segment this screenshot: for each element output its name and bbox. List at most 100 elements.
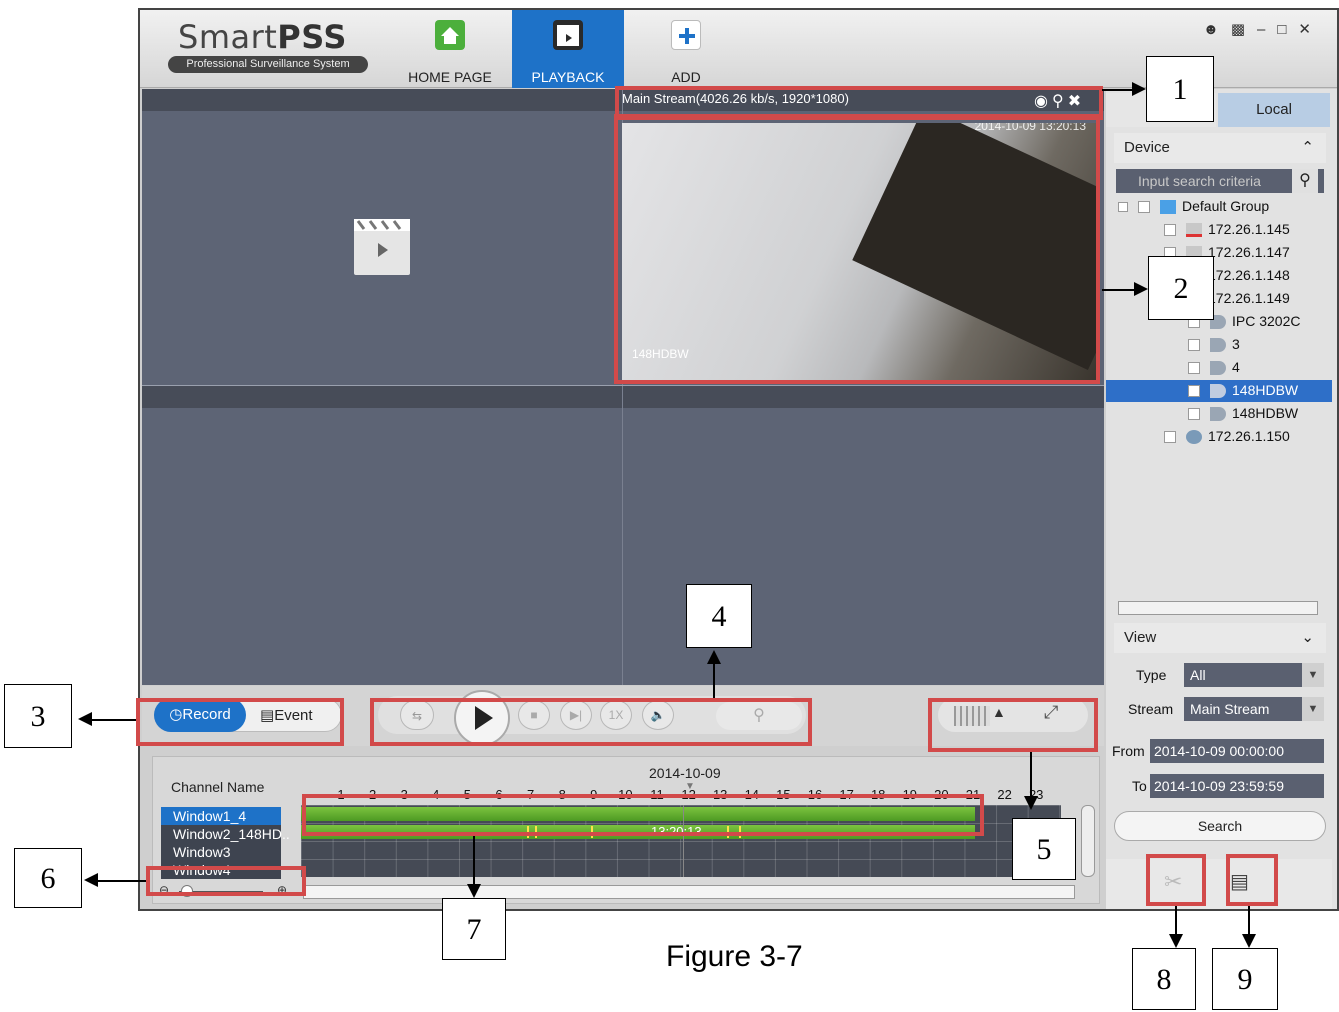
device-section-label: Device: [1124, 139, 1170, 156]
chevron-down-icon: ⌄: [1301, 629, 1314, 646]
to-date-field[interactable]: 2014-10-09 23:59:59: [1150, 774, 1324, 798]
timeline-date: 2014-10-09: [649, 765, 721, 781]
arrow-head: [1132, 82, 1146, 96]
nav-home-page[interactable]: HOME PAGE: [394, 10, 506, 88]
plus-icon: [671, 20, 701, 50]
stream-select[interactable]: Main Stream ▼: [1184, 697, 1324, 721]
arrow-head: [707, 650, 721, 664]
horizontal-scrollbar[interactable]: [303, 885, 1075, 899]
chevron-up-icon: ⌃: [1301, 139, 1314, 156]
type-label: Type: [1136, 667, 1167, 683]
figure-caption: Figure 3-7: [666, 940, 803, 973]
clapperboard-icon[interactable]: [354, 219, 410, 275]
callout-9: 9: [1212, 948, 1278, 1010]
from-label: From: [1112, 743, 1145, 759]
clapperboard-icon: [553, 20, 583, 50]
from-value: 2014-10-09 00:00:00: [1154, 743, 1284, 759]
stream-value: Main Stream: [1190, 701, 1270, 717]
camera-icon: [1210, 338, 1226, 353]
checkbox[interactable]: [1188, 362, 1200, 375]
channel-row[interactable]: Window1_4: [161, 807, 281, 825]
checkbox[interactable]: [1188, 339, 1200, 352]
minimize-icon[interactable]: –: [1257, 21, 1277, 38]
channel-header: Channel Name: [171, 779, 265, 795]
nav-home-label: HOME PAGE: [408, 69, 492, 85]
nvr-icon: [1186, 223, 1202, 238]
side-panel: D Local Device⌃ Input search criteria ⚲ …: [1106, 89, 1337, 909]
camera-icon: [1210, 407, 1226, 422]
tree-channel[interactable]: 4: [1188, 356, 1240, 378]
maximize-icon[interactable]: □: [1277, 21, 1298, 38]
tree-channel[interactable]: 148HDBW: [1188, 402, 1298, 424]
folder-icon: [1160, 200, 1176, 215]
callout-3: 3: [4, 684, 72, 748]
arrow-line: [1102, 289, 1134, 291]
callout-1: 1: [1146, 56, 1214, 122]
tree-label: 172.26.1.150: [1208, 428, 1290, 444]
user-icon[interactable]: ☻: [1203, 21, 1231, 38]
arrow-head: [467, 884, 481, 898]
highlight-box-5: [928, 698, 1098, 752]
type-select[interactable]: All ▼: [1184, 663, 1324, 687]
camera-icon: [1210, 361, 1226, 376]
arrow-head: [1024, 796, 1038, 810]
tree-horizontal-scrollbar[interactable]: [1118, 601, 1318, 615]
camera-icon: [1210, 384, 1226, 399]
tree-label: 172.26.1.147: [1208, 244, 1290, 260]
to-label: To: [1132, 778, 1147, 794]
nav-playback[interactable]: PLAYBACK: [512, 10, 624, 88]
vertical-scrollbar[interactable]: [1081, 805, 1095, 877]
nav-playback-label: PLAYBACK: [531, 69, 605, 85]
arrow-line: [473, 836, 475, 884]
tree-label: 172.26.1.148: [1208, 267, 1290, 283]
hour-tick-label: 22: [997, 787, 1012, 802]
channel-row[interactable]: Window3: [161, 843, 281, 861]
checkbox[interactable]: [1164, 224, 1176, 237]
highlight-box-3: [136, 698, 344, 746]
checkbox[interactable]: [1164, 431, 1176, 444]
checkbox[interactable]: [1188, 385, 1200, 398]
nav-add[interactable]: ADD: [630, 10, 742, 88]
arrow-head: [1169, 934, 1183, 948]
type-value: All: [1190, 667, 1206, 683]
arrow-line: [713, 664, 715, 698]
highlight-box-4: [370, 698, 812, 746]
lock-icon[interactable]: ▩: [1231, 21, 1257, 38]
callout-7: 7: [442, 898, 506, 960]
arrow-head: [84, 873, 98, 887]
checkbox[interactable]: [1138, 201, 1150, 214]
highlight-box-9: [1226, 854, 1278, 906]
app-subtitle: Professional Surveillance System: [168, 56, 368, 73]
action-bar: [1106, 859, 1332, 909]
highlight-box-8: [1146, 854, 1206, 906]
tree-label: 148HDBW: [1232, 405, 1299, 421]
from-date-field[interactable]: 2014-10-09 00:00:00: [1150, 739, 1324, 763]
tree-device[interactable]: 172.26.1.150: [1164, 425, 1290, 447]
arrow-line: [1175, 906, 1177, 934]
callout-6: 6: [14, 848, 82, 908]
device-section-header[interactable]: Device ⌃: [1114, 133, 1326, 163]
tree-group[interactable]: Default Group: [1118, 195, 1269, 217]
arrow-head: [78, 712, 92, 726]
arrow-head: [1242, 934, 1256, 948]
search-button[interactable]: Search: [1114, 811, 1326, 841]
collapse-icon[interactable]: [1118, 202, 1128, 213]
stream-label: Stream: [1128, 701, 1174, 717]
tree-label: 172.26.1.149: [1208, 290, 1290, 306]
logo-light: Smart: [178, 18, 278, 56]
checkbox[interactable]: [1188, 408, 1200, 421]
grid-divider: [142, 385, 1104, 386]
view-section-header[interactable]: View ⌄: [1114, 623, 1326, 653]
tree-label: IPC 3202C: [1232, 313, 1301, 329]
tree-device[interactable]: 172.26.1.145: [1164, 218, 1290, 240]
arrow-line: [1102, 89, 1132, 91]
dropdown-arrow-icon: ▼: [1302, 663, 1324, 687]
close-icon[interactable]: ✕: [1298, 21, 1323, 38]
search-icon[interactable]: ⚲: [1292, 169, 1318, 193]
tree-channel[interactable]: 3: [1188, 333, 1240, 355]
tree-label: 148HDBW: [1232, 382, 1299, 398]
arrow-line: [98, 880, 146, 882]
channel-row[interactable]: Window2_148HD..: [161, 825, 290, 843]
tab-local[interactable]: Local: [1218, 93, 1330, 127]
tree-channel-selected[interactable]: 148HDBW: [1188, 379, 1298, 401]
